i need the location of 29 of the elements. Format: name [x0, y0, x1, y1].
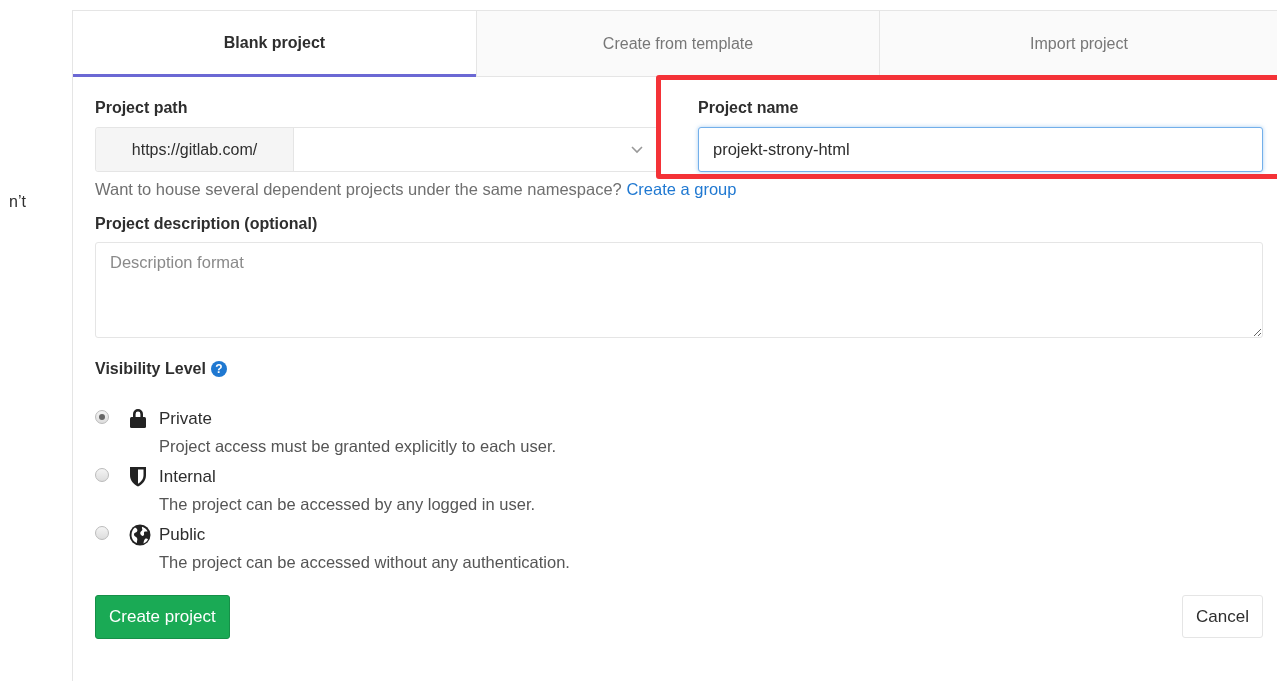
- globe-icon: [129, 524, 151, 546]
- lock-icon: [129, 408, 147, 428]
- field-label: Project path: [95, 99, 189, 117]
- option-description: Project access must be granted explicitly to each user.: [159, 436, 558, 456]
- create-project-button[interactable]: Create project: [95, 595, 230, 639]
- radio-button[interactable]: [95, 410, 109, 424]
- project-path-field[interactable]: https://gitlab.com/: [95, 127, 658, 172]
- radio-button[interactable]: [95, 468, 109, 482]
- option-label: Private: [159, 409, 213, 429]
- option-description: The project can be accessed without any authentication.: [159, 552, 571, 572]
- field-label: Project name: [698, 99, 800, 117]
- section-label: Visibility Level: [95, 360, 206, 378]
- cancel-button[interactable]: Cancel: [1182, 595, 1263, 638]
- option-label: Public: [159, 525, 207, 545]
- chevron-down-icon: [631, 145, 643, 154]
- option-label: Internal: [159, 467, 217, 487]
- hint-text: Want to house several dependent projects under the same namespace? Create a group: [95, 180, 738, 199]
- option-description: The project can be accessed by any logged in user.: [159, 494, 537, 514]
- create-group-link[interactable]: Create a group: [626, 180, 737, 198]
- partial-text: n’t: [9, 193, 26, 211]
- shield-icon: [129, 466, 147, 487]
- tab[interactable]: Create from template: [476, 11, 879, 77]
- field-label: Project description (optional): [95, 215, 319, 233]
- url-prefix: https://gitlab.com/: [96, 128, 294, 171]
- description-field[interactable]: Description format: [95, 242, 1263, 338]
- project-name-field[interactable]: projekt-strony-html: [698, 127, 1263, 172]
- radio-button[interactable]: [95, 526, 109, 540]
- tab[interactable]: Import project: [879, 11, 1277, 77]
- help-icon[interactable]: ?: [210, 361, 227, 377]
